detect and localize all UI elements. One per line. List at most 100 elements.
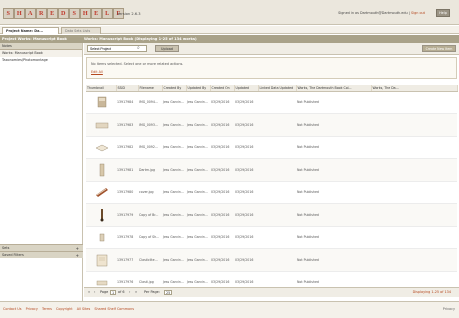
updated-cell: 03/29/2016 (234, 158, 258, 182)
created-by-cell: Jess Garvin... (162, 226, 186, 249)
thumbnail-cell[interactable] (86, 203, 116, 227)
thumbnail-cell[interactable] (86, 226, 116, 249)
linked-data-cell (258, 91, 296, 114)
works-status-cell: Not Published (296, 248, 371, 272)
table-row[interactable]: 13917984 IMG_0094... Jess Garvin... Jess Ga… (86, 91, 457, 114)
updated-by-cell: Jess Garvin... (186, 181, 210, 204)
sharedshelf-logo[interactable]: SHAREDSHELF (3, 8, 124, 19)
display-range: Displaying 1-25 of 134 (412, 290, 451, 294)
help-button[interactable]: Help (436, 9, 450, 17)
footer-link[interactable]: Terms (42, 307, 52, 311)
table-row[interactable]: 13917980 cover.jpg Jess Garvin... Jess Garv… (86, 181, 457, 204)
works-cell (371, 136, 457, 159)
footer-link[interactable]: Shared Shelf Commons (94, 307, 134, 311)
next-page-icon[interactable]: › (129, 290, 130, 295)
upload-button[interactable]: Upload (155, 45, 179, 52)
updated-cell: 03/29/2016 (234, 203, 258, 227)
table-row[interactable]: 13917979 Copy of Br... Jess Garvin... Jess … (86, 203, 457, 227)
created-on-cell: 03/29/2016 (210, 248, 234, 272)
per-page-label: Per Page: (144, 290, 160, 294)
linked-data-cell (258, 158, 296, 182)
updated-cell: 03/29/2016 (234, 226, 258, 249)
updated-cell: 03/29/2016 (234, 113, 258, 137)
created-by-cell: Jess Garvin... (162, 158, 186, 182)
table-row[interactable]: 13917977 Clasticlite... Jess Garvin... Jess… (86, 248, 457, 272)
search-icon[interactable]: ⌕ (137, 45, 143, 52)
works-status-cell: Not Published (296, 136, 371, 159)
thumbnail-image[interactable] (95, 140, 109, 154)
table-row[interactable]: 13917978 Copy of Sh... Jess Garvin... Jess … (86, 226, 457, 249)
signed-in-text: Signed in as Dartmouth@Dartmouth.edu | S… (338, 11, 425, 15)
updated-cell: 03/29/2016 (234, 181, 258, 204)
footer-link[interactable]: Copyright (56, 307, 73, 311)
table-row[interactable]: 13917982 IMG_0092... Jess Garvin... Jess Ga… (86, 136, 457, 159)
thumbnail-image[interactable] (95, 230, 109, 244)
updated-cell: 03/29/2016 (234, 248, 258, 272)
version-label: Version 2.6.3 (117, 12, 141, 16)
thumbnail-cell[interactable] (86, 248, 116, 272)
footer-link[interactable]: Privacy (26, 307, 38, 311)
created-by-cell: Jess Garvin... (162, 113, 186, 137)
per-page-select[interactable]: 25 (164, 290, 173, 295)
thumbnail-image[interactable] (95, 208, 109, 222)
selection-notice: No items selected. Select one or more re… (86, 57, 457, 79)
linked-data-cell (258, 226, 296, 249)
created-by-cell: Jess Garvin... (162, 181, 186, 204)
ssid-cell: 13917982 (116, 136, 138, 159)
thumbnail-cell[interactable] (86, 136, 116, 159)
main-panel: ⌕ Upload Create New Item No items select… (84, 43, 459, 300)
footer-link[interactable]: Contact Us (3, 307, 22, 311)
ssid-cell: 13917983 (116, 113, 138, 137)
last-page-icon[interactable]: » (135, 290, 137, 295)
pagination-bar: « ‹ Page 1 of 6 › » Per Page: 25 Display… (84, 287, 459, 297)
create-item-button[interactable]: Create New Item (422, 45, 456, 52)
sidebar-sets[interactable]: Sets + (0, 244, 83, 251)
thumbnail-image[interactable] (95, 185, 109, 199)
linked-data-cell (258, 181, 296, 204)
thumbnail-image[interactable] (95, 253, 109, 267)
sidebar-item-taxonomies[interactable]: Taxonomies/Photomontage (0, 57, 82, 63)
tab-data-sets[interactable]: Data Sets Lists (61, 27, 101, 34)
ssid-cell: 13917979 (116, 203, 138, 227)
sidebar-item-works[interactable]: Works: Manuscript Book (0, 50, 82, 57)
thumbnail-image[interactable] (95, 118, 109, 132)
sign-out-link[interactable]: Sign out (411, 11, 425, 15)
footer-link[interactable]: All Sites (77, 307, 91, 311)
works-cell (371, 203, 457, 227)
footer: Contact Us Privacy Terms Copyright All S… (0, 301, 459, 318)
works-status-cell: Not Published (296, 181, 371, 204)
updated-by-cell: Jess Garvin... (186, 113, 210, 137)
edit-all-link[interactable]: Edit All (91, 70, 103, 74)
tab-bar: Project Name: Da... Data Sets Lists (0, 26, 459, 34)
thumbnail-cell[interactable] (86, 113, 116, 137)
first-page-icon[interactable]: « (88, 290, 90, 295)
page-total: of 6 (118, 290, 125, 294)
sidebar-saved-filters[interactable]: Saved Filters + (0, 251, 83, 258)
updated-cell: 03/29/2016 (234, 91, 258, 114)
works-cell (371, 226, 457, 249)
privacy-link[interactable]: Privacy (443, 307, 455, 311)
created-on-cell: 03/29/2016 (210, 113, 234, 137)
thumbnail-cell[interactable] (86, 181, 116, 204)
thumbnail-cell[interactable] (86, 158, 116, 182)
updated-by-cell: Jess Garvin... (186, 226, 210, 249)
thumbnail-image[interactable] (95, 95, 109, 109)
prev-page-icon[interactable]: ‹ (94, 290, 95, 295)
updated-cell: 03/29/2016 (234, 136, 258, 159)
filename-cell: IMG_0093... (138, 113, 162, 137)
expand-icon[interactable]: + (76, 252, 79, 259)
filename-cell: IMG_0092... (138, 136, 162, 159)
works-cell (371, 158, 457, 182)
created-on-cell: 03/29/2016 (210, 91, 234, 114)
table-row[interactable]: 13917983 IMG_0093... Jess Garvin... Jess Ga… (86, 113, 457, 137)
created-by-cell: Jess Garvin... (162, 248, 186, 272)
table-row[interactable]: 13917981 Dartm.jpg Jess Garvin... Jess Garv… (86, 158, 457, 182)
page-input[interactable]: 1 (110, 290, 117, 295)
works-status-cell: Not Published (296, 226, 371, 249)
sidebar-header: Notes (0, 43, 82, 50)
tab-project[interactable]: Project Name: Da... (2, 27, 59, 34)
filename-cell: Dartm.jpg (138, 158, 162, 182)
thumbnail-image[interactable] (95, 163, 109, 177)
created-on-cell: 03/29/2016 (210, 226, 234, 249)
thumbnail-cell[interactable] (86, 91, 116, 114)
